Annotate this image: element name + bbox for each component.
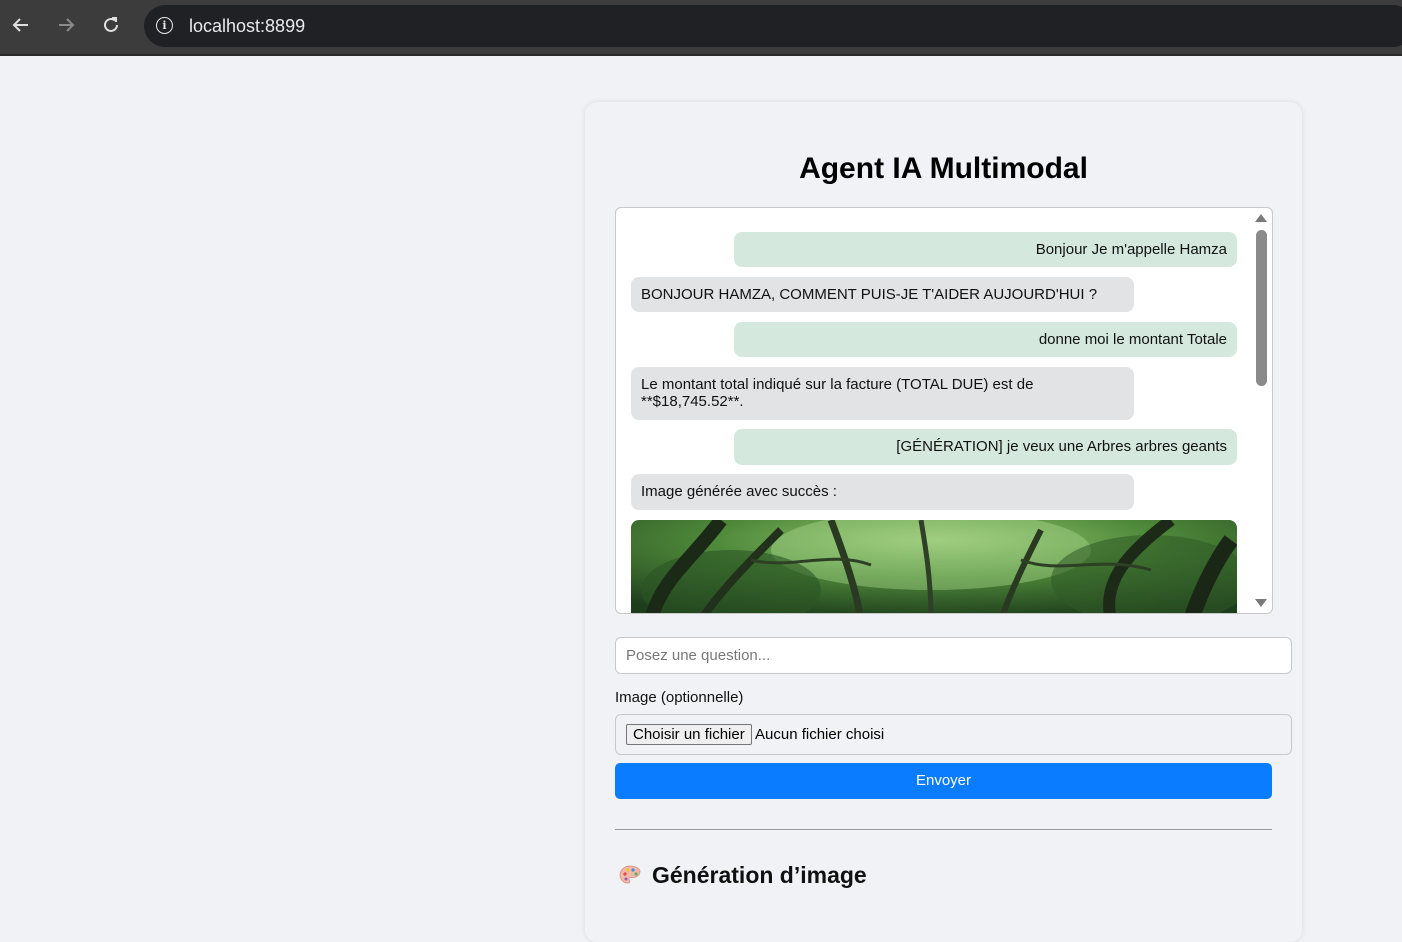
- scroll-up-arrow-icon[interactable]: [1255, 214, 1267, 222]
- url-text: localhost:8899: [189, 16, 306, 36]
- forward-arrow-icon[interactable]: [51, 10, 81, 40]
- question-input[interactable]: [615, 637, 1292, 674]
- scroll-thumb[interactable]: [1256, 230, 1267, 386]
- section-title-text: Génération d’image: [652, 862, 867, 888]
- address-bar[interactable]: i localhost:8899: [144, 5, 1402, 47]
- bot-message: Le montant total indiqué sur la facture …: [631, 367, 1134, 420]
- generated-forest-image: [631, 520, 1237, 613]
- file-input[interactable]: Choisir un fichier Aucun fichier choisi: [615, 714, 1292, 755]
- chat-history[interactable]: Bonjour Je m'appelle Hamza BONJOUR HAMZA…: [615, 207, 1273, 614]
- image-generation-heading: Génération d’image: [618, 862, 867, 889]
- file-status: Aucun fichier choisi: [755, 726, 885, 743]
- scroll-down-arrow-icon[interactable]: [1255, 599, 1267, 607]
- user-message: donne moi le montant Totale: [734, 322, 1237, 357]
- bot-message: Image générée avec succès :: [631, 474, 1134, 510]
- chat-scrollbar[interactable]: [1252, 208, 1272, 613]
- choose-file-button[interactable]: Choisir un fichier: [626, 724, 752, 745]
- chat-card: Agent IA Multimodal Bonjour Je m'appelle…: [585, 102, 1302, 942]
- user-message: [GÉNÉRATION] je veux une Arbres arbres g…: [734, 429, 1237, 465]
- send-button[interactable]: Envoyer: [615, 763, 1272, 799]
- reload-icon[interactable]: [96, 10, 126, 40]
- site-info-icon[interactable]: i: [156, 17, 173, 34]
- browser-toolbar: i localhost:8899: [0, 0, 1402, 56]
- palette-icon: [619, 865, 641, 883]
- back-arrow-icon[interactable]: [6, 10, 36, 40]
- image-label: Image (optionnelle): [615, 689, 744, 706]
- bot-message: BONJOUR HAMZA, COMMENT PUIS-JE T'AIDER A…: [631, 277, 1134, 312]
- divider: [615, 829, 1272, 830]
- page-title: Agent IA Multimodal: [799, 152, 1088, 185]
- user-message: Bonjour Je m'appelle Hamza: [734, 232, 1237, 267]
